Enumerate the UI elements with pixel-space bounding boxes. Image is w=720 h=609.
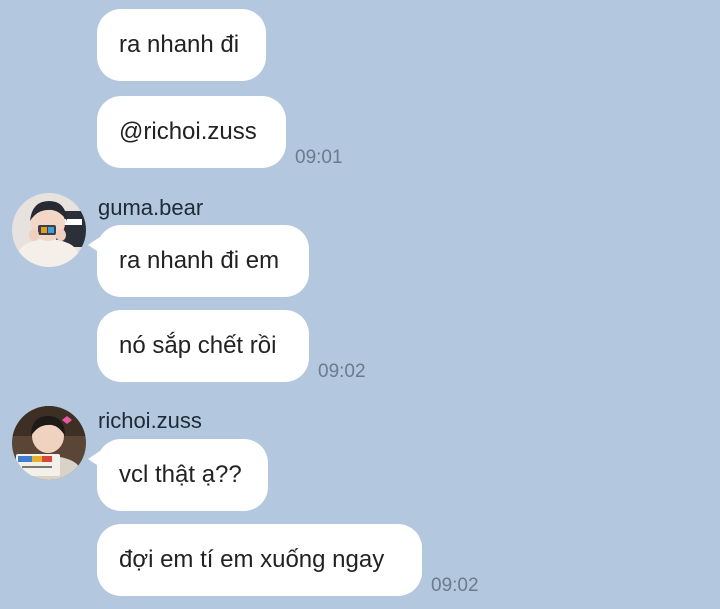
avatar-richoi-zuss[interactable] [12,406,86,480]
message-bubble[interactable]: nó sắp chết rồi [97,310,309,382]
sender-name: richoi.zuss [98,408,202,433]
message-bubble[interactable]: ra nhanh đi [97,9,266,81]
chat-message-area[interactable]: ra nhanh đi @richoi.zuss 09:01 guma.bear… [0,0,720,609]
message-bubble[interactable]: vcl thật ạ?? [88,439,268,511]
message-timestamp: 09:01 [295,147,343,168]
avatar-photo-icon [12,406,86,480]
message-bubble[interactable]: đợi em tí em xuống ngay [97,524,422,596]
avatar-photo-icon [12,193,86,267]
sender-name: guma.bear [98,195,204,220]
avatar-guma-bear[interactable] [12,193,86,267]
message-timestamp: 09:02 [431,575,479,596]
message-bubble[interactable]: ra nhanh đi em [88,225,309,297]
message-timestamp: 09:02 [318,361,366,382]
message-bubble-mention[interactable]: @richoi.zuss [97,96,286,168]
